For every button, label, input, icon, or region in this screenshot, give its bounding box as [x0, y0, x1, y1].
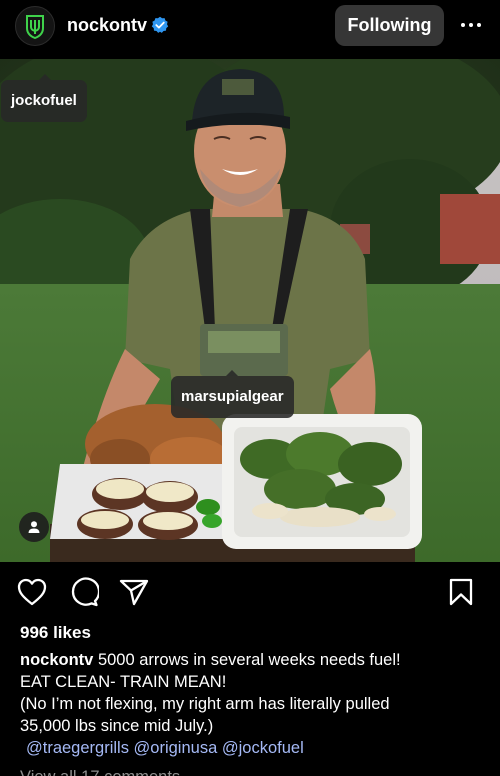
caption-line: EAT CLEAN- TRAIN MEAN!	[20, 673, 227, 691]
tagged-users-button[interactable]	[19, 512, 49, 542]
photo-tag-marsupialgear[interactable]: marsupialgear	[171, 370, 294, 418]
mention-originusa[interactable]: @originusa	[134, 739, 218, 757]
photo-tag-jockofuel[interactable]: jockofuel	[1, 74, 87, 122]
save-button[interactable]	[445, 576, 477, 608]
verified-badge-icon	[151, 16, 169, 33]
post-screen: nockontv Following jockofuel marsupialge…	[0, 0, 500, 776]
like-button[interactable]	[16, 576, 48, 608]
likes-count[interactable]: 996 likes	[20, 622, 91, 644]
caption-line: (No I’m not flexing, my right arm has li…	[20, 695, 390, 713]
caption-username[interactable]: nockontv	[20, 651, 93, 669]
more-dot	[469, 23, 473, 27]
profile-avatar[interactable]	[15, 6, 55, 46]
view-all-comments-link[interactable]: View all 17 comments	[20, 766, 180, 776]
caption-line: 35,000 lbs since mid July.)	[20, 717, 214, 735]
post-photo[interactable]: jockofuel marsupialgear	[0, 59, 500, 562]
more-options-button[interactable]	[456, 14, 486, 36]
mention-jockofuel[interactable]: @jockofuel	[222, 739, 304, 757]
post-actions-bar	[0, 570, 500, 614]
mention-traegergrills[interactable]: @traegergrills	[26, 739, 129, 757]
following-button[interactable]: Following	[335, 5, 444, 46]
post-image	[0, 59, 500, 562]
person-icon	[28, 521, 40, 533]
heart-icon	[17, 578, 47, 606]
paper-plane-icon	[119, 579, 149, 606]
more-dots-icon	[461, 23, 465, 27]
more-dot	[477, 23, 481, 27]
nockon-logo-icon	[26, 15, 44, 40]
comment-button[interactable]	[68, 576, 100, 608]
caption-line: nockontv 5000 arrows in several weeks ne…	[20, 649, 480, 671]
share-button[interactable]	[118, 576, 150, 608]
post-username[interactable]: nockontv	[67, 13, 147, 37]
caption-text: 5000 arrows in several weeks needs fuel!	[97, 651, 401, 669]
post-header: nockontv Following	[0, 0, 500, 58]
bookmark-icon	[449, 578, 473, 606]
post-caption: nockontv 5000 arrows in several weeks ne…	[20, 649, 480, 737]
caption-mentions: @traegergrills @originusa @jockofuel	[26, 737, 304, 759]
comment-bubble-icon	[71, 577, 99, 607]
